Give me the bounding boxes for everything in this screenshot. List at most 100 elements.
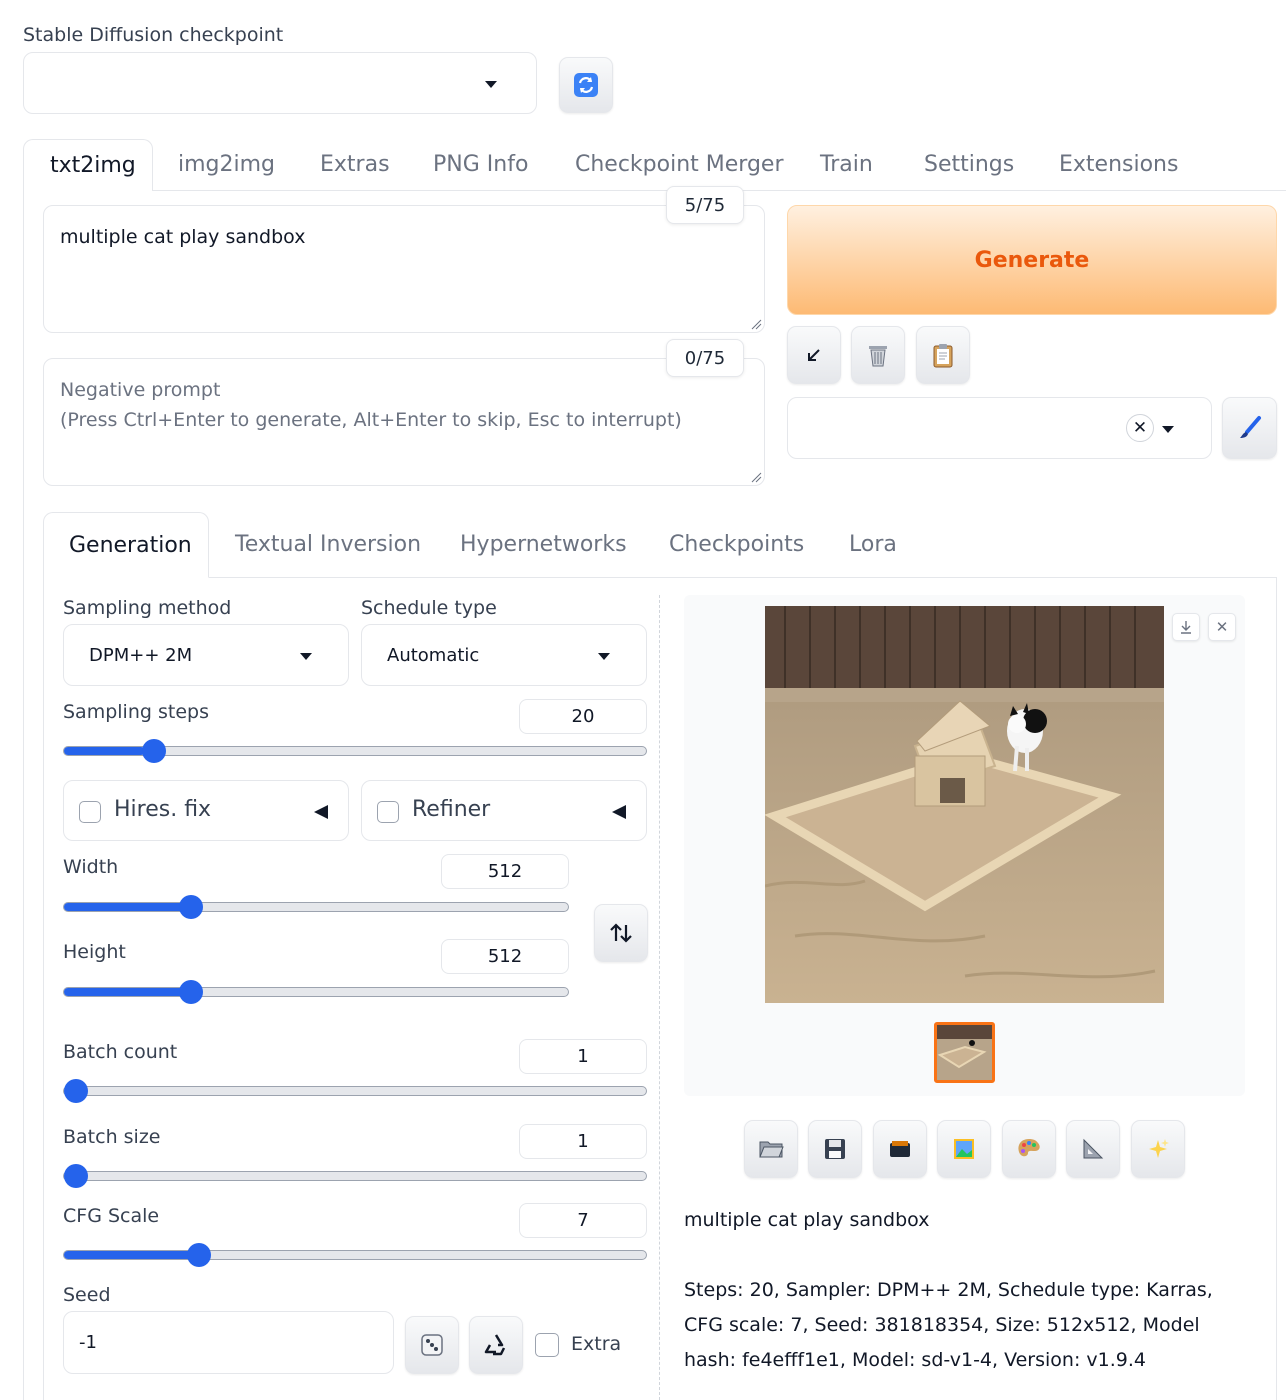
edit-styles-button[interactable] bbox=[1222, 397, 1277, 459]
output-gallery: ✕ bbox=[684, 595, 1245, 1096]
schedule-type-value: Automatic bbox=[387, 645, 480, 666]
resize-handle-icon[interactable] bbox=[750, 471, 762, 483]
collapse-arrow-icon bbox=[612, 805, 626, 819]
cfg-scale-input[interactable]: 7 bbox=[519, 1203, 647, 1238]
reuse-seed-button[interactable] bbox=[469, 1316, 523, 1374]
read-params-button[interactable] bbox=[787, 326, 841, 384]
tab-generation[interactable]: Generation bbox=[43, 512, 209, 578]
tab-txt2img-label: txt2img bbox=[50, 153, 136, 178]
tab-settings[interactable]: Settings bbox=[924, 152, 1014, 177]
extra-seed-checkbox[interactable] bbox=[535, 1333, 559, 1357]
refiner-checkbox[interactable] bbox=[377, 801, 399, 823]
slider-thumb[interactable] bbox=[186, 1243, 211, 1267]
prompt-value: multiple cat play sandbox bbox=[60, 226, 306, 248]
batch-size-slider[interactable] bbox=[63, 1164, 647, 1188]
slider-thumb[interactable] bbox=[142, 739, 167, 763]
sampling-method-dropdown[interactable]: DPM++ 2M bbox=[63, 624, 349, 686]
resize-handle-icon[interactable] bbox=[750, 318, 762, 330]
chevron-down-icon bbox=[1162, 426, 1174, 433]
upscale-button[interactable] bbox=[1131, 1120, 1185, 1178]
height-slider[interactable] bbox=[63, 980, 569, 1004]
refresh-checkpoint-button[interactable] bbox=[559, 57, 613, 113]
open-folder-button[interactable] bbox=[744, 1120, 798, 1178]
download-image-button[interactable] bbox=[1172, 613, 1200, 641]
send-to-img2img-button[interactable] bbox=[937, 1120, 991, 1178]
batch-count-slider[interactable] bbox=[63, 1079, 647, 1103]
seed-label: Seed bbox=[63, 1284, 111, 1306]
tab-checkpoint-merger[interactable]: Checkpoint Merger bbox=[575, 152, 784, 177]
triangle-ruler-icon bbox=[1083, 1138, 1104, 1159]
slider-thumb[interactable] bbox=[179, 895, 204, 919]
close-icon: ✕ bbox=[1215, 618, 1229, 636]
random-seed-button[interactable] bbox=[405, 1316, 459, 1374]
sparkles-icon bbox=[1149, 1139, 1169, 1158]
slider-thumb[interactable] bbox=[64, 1164, 88, 1188]
zip-button[interactable] bbox=[873, 1120, 927, 1178]
batch-count-input[interactable]: 1 bbox=[519, 1039, 647, 1074]
tab-png-info[interactable]: PNG Info bbox=[433, 152, 528, 177]
clear-icon[interactable]: ✕ bbox=[1126, 414, 1154, 442]
styles-dropdown[interactable]: ✕ bbox=[787, 397, 1212, 459]
sub-tab-bar bbox=[43, 512, 1277, 578]
hires-fix-label: Hires. fix bbox=[114, 797, 212, 822]
slider-thumb[interactable] bbox=[179, 980, 204, 1004]
clear-prompt-button[interactable] bbox=[851, 326, 905, 384]
sampling-method-label: Sampling method bbox=[63, 597, 232, 619]
close-image-button[interactable]: ✕ bbox=[1208, 613, 1236, 641]
height-input[interactable]: 512 bbox=[441, 939, 569, 974]
paste-styles-button[interactable] bbox=[916, 326, 970, 384]
tab-checkpoints[interactable]: Checkpoints bbox=[669, 532, 804, 557]
tab-train[interactable]: Train bbox=[820, 152, 873, 177]
schedule-type-dropdown[interactable]: Automatic bbox=[361, 624, 647, 686]
save-button[interactable] bbox=[808, 1120, 862, 1178]
hires-fix-accordion[interactable]: Hires. fix bbox=[63, 780, 349, 841]
hires-fix-checkbox[interactable] bbox=[79, 801, 101, 823]
tab-img2img[interactable]: img2img bbox=[178, 152, 275, 177]
tab-extensions[interactable]: Extensions bbox=[1059, 152, 1178, 177]
tab-extras[interactable]: Extras bbox=[320, 152, 390, 177]
checkpoint-dropdown[interactable] bbox=[23, 52, 537, 114]
sampling-steps-slider[interactable] bbox=[63, 739, 647, 763]
negative-prompt-textarea[interactable]: Negative prompt (Press Ctrl+Enter to gen… bbox=[43, 358, 765, 486]
prompt-token-counter: 5/75 bbox=[666, 186, 744, 224]
chevron-down-icon bbox=[598, 653, 610, 660]
send-to-extras-button[interactable] bbox=[1066, 1120, 1120, 1178]
prompt-textarea[interactable]: multiple cat play sandbox bbox=[43, 205, 765, 333]
download-icon bbox=[1181, 621, 1191, 634]
panel-border bbox=[23, 190, 24, 1400]
tab-textual-inversion[interactable]: Textual Inversion bbox=[235, 532, 421, 557]
slider-thumb[interactable] bbox=[64, 1079, 88, 1103]
palette-icon bbox=[1018, 1139, 1040, 1157]
width-input[interactable]: 512 bbox=[441, 854, 569, 889]
send-to-inpaint-button[interactable] bbox=[1002, 1120, 1056, 1178]
refresh-icon bbox=[574, 73, 598, 97]
negative-prompt-hint: (Press Ctrl+Enter to generate, Alt+Enter… bbox=[60, 409, 682, 431]
generated-image[interactable] bbox=[765, 606, 1164, 1003]
refiner-accordion[interactable]: Refiner bbox=[361, 780, 647, 841]
generation-panel-border-right bbox=[1276, 577, 1277, 1400]
clipboard-icon bbox=[933, 344, 953, 368]
tab-lora[interactable]: Lora bbox=[849, 532, 897, 557]
width-slider[interactable] bbox=[63, 895, 569, 919]
tab-generation-label: Generation bbox=[69, 533, 192, 558]
seed-value: -1 bbox=[79, 1332, 97, 1353]
sampling-steps-input[interactable]: 20 bbox=[519, 699, 647, 734]
trash-icon bbox=[869, 346, 887, 367]
save-icon bbox=[825, 1139, 845, 1159]
picture-icon bbox=[954, 1139, 974, 1159]
batch-size-input[interactable]: 1 bbox=[519, 1124, 647, 1159]
checkpoint-label: Stable Diffusion checkpoint bbox=[23, 24, 284, 46]
generate-button[interactable]: Generate bbox=[787, 205, 1277, 315]
gallery-thumbnail[interactable] bbox=[934, 1022, 995, 1083]
swap-dimensions-button[interactable] bbox=[594, 904, 648, 962]
sampling-steps-label: Sampling steps bbox=[63, 701, 209, 723]
dice-icon bbox=[421, 1334, 443, 1356]
seed-input[interactable]: -1 bbox=[63, 1311, 394, 1374]
width-label: Width bbox=[63, 856, 119, 878]
cfg-scale-slider[interactable] bbox=[63, 1243, 647, 1267]
tab-txt2img[interactable]: txt2img bbox=[23, 139, 153, 191]
recycle-icon bbox=[484, 1334, 506, 1356]
tab-hypernetworks[interactable]: Hypernetworks bbox=[460, 532, 627, 557]
output-generation-info: Steps: 20, Sampler: DPM++ 2M, Schedule t… bbox=[684, 1279, 1213, 1371]
batch-size-label: Batch size bbox=[63, 1126, 161, 1148]
